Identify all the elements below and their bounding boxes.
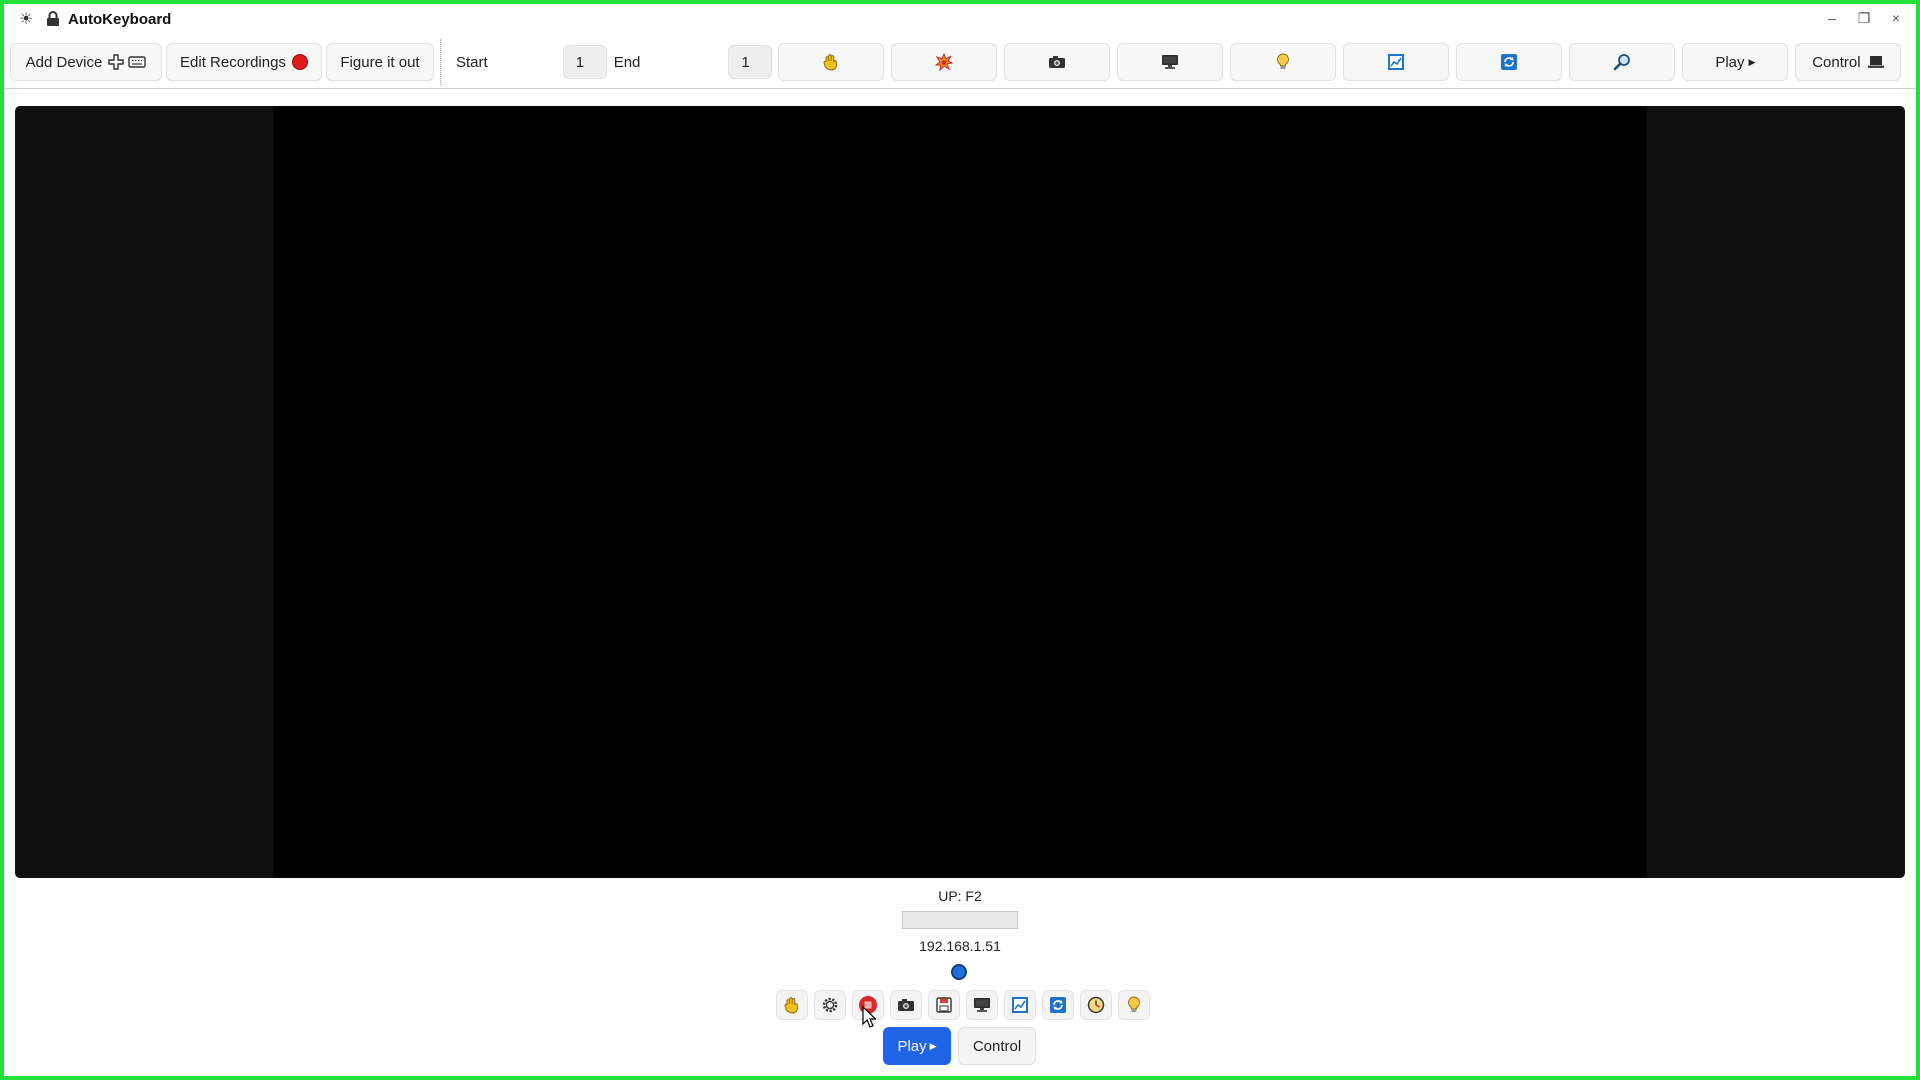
play-label: Play <box>897 1037 927 1055</box>
plus-icon <box>108 54 125 70</box>
monitor-button[interactable] <box>1117 43 1224 81</box>
hand-tool-button[interactable] <box>776 990 808 1020</box>
start-label: Start <box>456 53 488 71</box>
camera-icon <box>897 998 915 1012</box>
camera-button[interactable] <box>890 990 922 1020</box>
play-arrow-icon: ▶ <box>929 1040 937 1051</box>
explosion-icon <box>935 53 954 71</box>
edit-recordings-label: Edit Recordings <box>180 53 286 71</box>
clock-icon <box>1087 996 1105 1014</box>
key-event-status: UP: F2 <box>938 888 982 904</box>
figure-it-out-button[interactable]: Figure it out <box>326 43 434 81</box>
save-icon <box>936 997 952 1013</box>
lightbulb-icon <box>1276 53 1290 71</box>
restore-button[interactable]: ❐ <box>1850 6 1878 30</box>
lightbulb-button[interactable] <box>1230 43 1337 81</box>
refresh-button[interactable] <box>1456 43 1563 81</box>
app-title: AutoKeyboard <box>68 10 172 28</box>
chart-icon <box>1387 53 1405 71</box>
record-icon <box>291 54 308 70</box>
end-label: End <box>613 53 641 71</box>
toolbar-play-label: Play <box>1715 53 1745 71</box>
lock-icon <box>44 10 62 28</box>
window-controls: – ❐ × <box>1818 6 1910 30</box>
toolbar-control-button[interactable]: Control <box>1795 43 1902 81</box>
camera-button[interactable] <box>1004 43 1111 81</box>
device-screen-view[interactable] <box>15 106 1905 878</box>
hand-icon <box>784 996 800 1014</box>
control-label: Control <box>972 1037 1022 1055</box>
figure-it-out-label: Figure it out <box>340 53 420 71</box>
start-input[interactable]: 1 <box>562 45 607 79</box>
save-button[interactable] <box>928 990 960 1020</box>
toolbar-play-button[interactable]: Play ▶ <box>1682 43 1789 81</box>
toolbar-separator <box>440 39 442 85</box>
edit-recordings-button[interactable]: Edit Recordings <box>166 43 322 81</box>
monitor-icon <box>973 997 991 1013</box>
lightbulb-icon <box>1127 996 1141 1014</box>
camera-icon <box>1048 55 1066 69</box>
monitor-button[interactable] <box>966 990 998 1020</box>
hand-icon <box>823 53 839 71</box>
chart-button[interactable] <box>1004 990 1036 1020</box>
magnifier-icon <box>1613 53 1631 71</box>
toolbar: Add Device Edit Recordings Figure it out… <box>4 36 1916 89</box>
add-device-button[interactable]: Add Device <box>10 43 162 81</box>
magnifier-button[interactable] <box>1569 43 1676 81</box>
title-bar: ☀ AutoKeyboard – ❐ × <box>4 4 1916 34</box>
lightbulb-button[interactable] <box>1118 990 1150 1020</box>
gear-icon <box>821 996 839 1014</box>
explosion-button[interactable] <box>891 43 998 81</box>
progress-bar <box>902 911 1018 929</box>
settings-button[interactable] <box>814 990 846 1020</box>
close-button[interactable]: × <box>1882 6 1910 30</box>
bottom-icon-bar <box>776 990 1150 1020</box>
control-button[interactable]: Control <box>958 1027 1036 1065</box>
monitor-icon <box>1161 54 1179 70</box>
add-device-label: Add Device <box>25 53 103 71</box>
sun-icon[interactable]: ☀ <box>16 9 36 29</box>
device-screen-content[interactable] <box>273 106 1647 878</box>
mouse-cursor-icon <box>862 1006 876 1028</box>
connection-status-indicator <box>951 964 967 980</box>
play-button[interactable]: Play ▶ <box>883 1027 951 1065</box>
play-arrow-icon: ▶ <box>1748 56 1756 67</box>
chart-icon <box>1011 996 1029 1014</box>
minimize-button[interactable]: – <box>1818 6 1846 30</box>
timer-button[interactable] <box>1080 990 1112 1020</box>
keyboard-icon <box>128 55 147 69</box>
ip-address: 192.168.1.51 <box>919 938 1001 954</box>
refresh-button[interactable] <box>1042 990 1074 1020</box>
refresh-icon <box>1049 996 1067 1014</box>
chart-button[interactable] <box>1343 43 1450 81</box>
hand-tool-button[interactable] <box>778 43 885 81</box>
laptop-icon <box>1867 55 1885 69</box>
refresh-icon <box>1500 53 1518 71</box>
end-input[interactable]: 1 <box>728 45 773 79</box>
toolbar-control-label: Control <box>1812 53 1861 71</box>
